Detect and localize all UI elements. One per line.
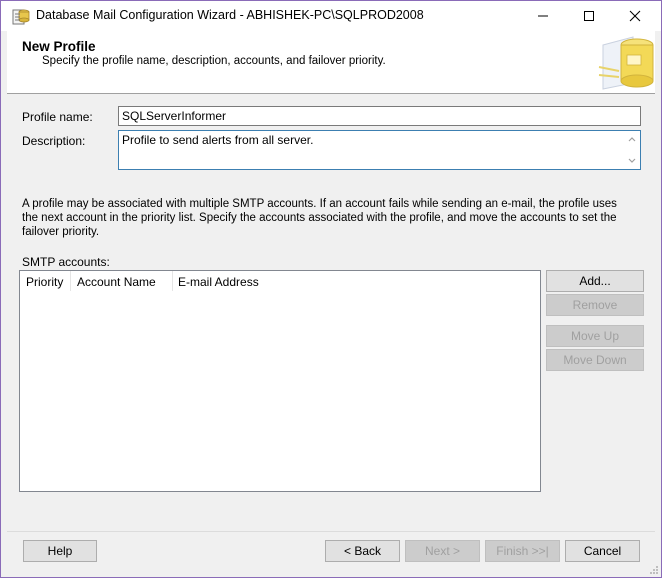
cancel-button[interactable]: Cancel <box>565 540 640 562</box>
profile-name-input[interactable]: SQLServerInformer <box>118 106 641 126</box>
profile-info-text: A profile may be associated with multipl… <box>22 198 617 238</box>
column-header-email-address[interactable]: E-mail Address <box>178 275 259 289</box>
description-label: Description: <box>22 134 86 148</box>
page-subtitle: Specify the profile name, description, a… <box>42 55 386 67</box>
profile-name-value: SQLServerInformer <box>122 109 227 123</box>
column-divider[interactable] <box>172 271 173 291</box>
close-icon <box>629 10 641 22</box>
window-title: Database Mail Configuration Wizard - ABH… <box>36 8 424 22</box>
smtp-accounts-label: SMTP accounts: <box>22 255 110 269</box>
finish-button[interactable]: Finish >>| <box>485 540 560 562</box>
close-button[interactable] <box>612 1 658 31</box>
page-title: New Profile <box>22 39 96 54</box>
wizard-header: New Profile Specify the profile name, de… <box>7 31 655 94</box>
next-button[interactable]: Next > <box>405 540 480 562</box>
move-up-button[interactable]: Move Up <box>546 325 644 347</box>
add-account-button[interactable]: Add... <box>546 270 644 292</box>
minimize-icon <box>538 15 548 17</box>
back-button[interactable]: < Back <box>325 540 400 562</box>
wizard-window: Database Mail Configuration Wizard - ABH… <box>0 0 662 578</box>
resize-grip-icon[interactable] <box>649 565 659 575</box>
scroll-down-icon[interactable] <box>627 156 637 166</box>
column-header-priority[interactable]: Priority <box>26 275 63 289</box>
database-mail-icon <box>12 9 30 25</box>
scroll-up-icon[interactable] <box>627 134 637 144</box>
move-down-button[interactable]: Move Down <box>546 349 644 371</box>
description-textarea[interactable]: Profile to send alerts from all server. <box>118 130 641 170</box>
description-value: Profile to send alerts from all server. <box>122 133 314 147</box>
help-button[interactable]: Help <box>23 540 97 562</box>
column-header-account-name[interactable]: Account Name <box>77 275 156 289</box>
minimize-button[interactable] <box>520 1 566 31</box>
footer-divider <box>7 531 655 532</box>
title-bar[interactable]: Database Mail Configuration Wizard - ABH… <box>1 1 661 31</box>
description-scrollbar[interactable] <box>624 131 640 169</box>
smtp-accounts-list[interactable]: Priority Account Name E-mail Address <box>19 270 541 492</box>
profile-name-label: Profile name: <box>22 110 93 124</box>
column-divider[interactable] <box>70 271 71 291</box>
maximize-button[interactable] <box>566 1 612 31</box>
database-banner-icon <box>593 31 655 93</box>
remove-account-button[interactable]: Remove <box>546 294 644 316</box>
maximize-icon <box>584 11 594 21</box>
